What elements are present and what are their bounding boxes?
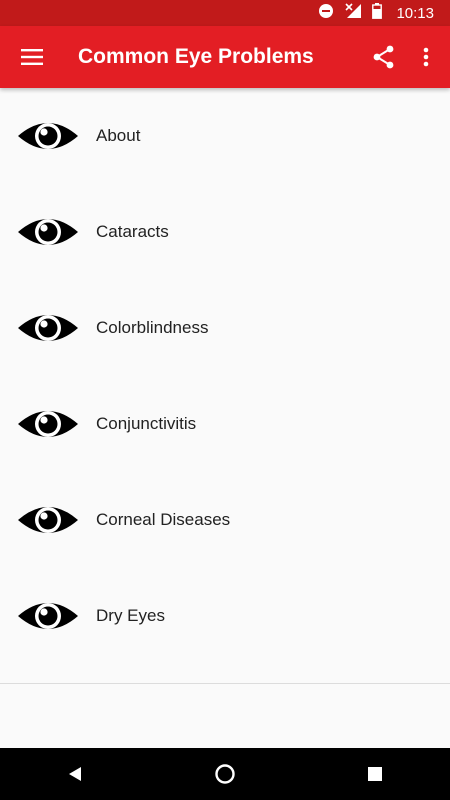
status-time: 10:13 (396, 4, 434, 22)
page-title: Common Eye Problems (78, 45, 314, 68)
home-icon[interactable] (205, 754, 245, 794)
app-bar: Common Eye Problems (0, 26, 450, 88)
list-item-conjunctivitis[interactable]: Conjunctivitis (0, 376, 450, 472)
back-icon[interactable] (55, 754, 95, 794)
eye-icon (18, 603, 78, 629)
more-vert-icon[interactable] (418, 43, 434, 71)
eye-icon (18, 123, 78, 149)
recents-icon[interactable] (355, 754, 395, 794)
battery-icon (372, 2, 383, 24)
list-item-dry-eyes[interactable]: Dry Eyes (0, 568, 450, 664)
list-item-label: Colorblindness (96, 318, 209, 337)
do-not-disturb-icon (318, 3, 334, 24)
navigation-bar (0, 748, 450, 800)
list-divider (0, 683, 450, 684)
eye-icon (18, 507, 78, 533)
list-item-label: Corneal Diseases (96, 510, 231, 529)
status-bar: 10:13 (0, 0, 450, 26)
list-item-label: Dry Eyes (96, 606, 165, 625)
eye-icon (18, 219, 78, 245)
list-item-label: Cataracts (96, 222, 169, 241)
list-item-label: About (96, 126, 141, 145)
share-icon[interactable] (370, 43, 398, 71)
menu-icon[interactable] (18, 43, 46, 71)
no-signal-icon (344, 2, 362, 24)
list-item-cataracts[interactable]: Cataracts (0, 184, 450, 280)
list-item-corneal-diseases[interactable]: Corneal Diseases (0, 472, 450, 568)
list-item-label: Conjunctivitis (96, 414, 197, 433)
list-item-colorblindness[interactable]: Colorblindness (0, 280, 450, 376)
eye-icon (18, 315, 78, 341)
eye-icon (18, 411, 78, 437)
topic-list: About Cataracts Colorblindness Conjuncti… (0, 88, 450, 664)
list-item-about[interactable]: About (0, 88, 450, 184)
